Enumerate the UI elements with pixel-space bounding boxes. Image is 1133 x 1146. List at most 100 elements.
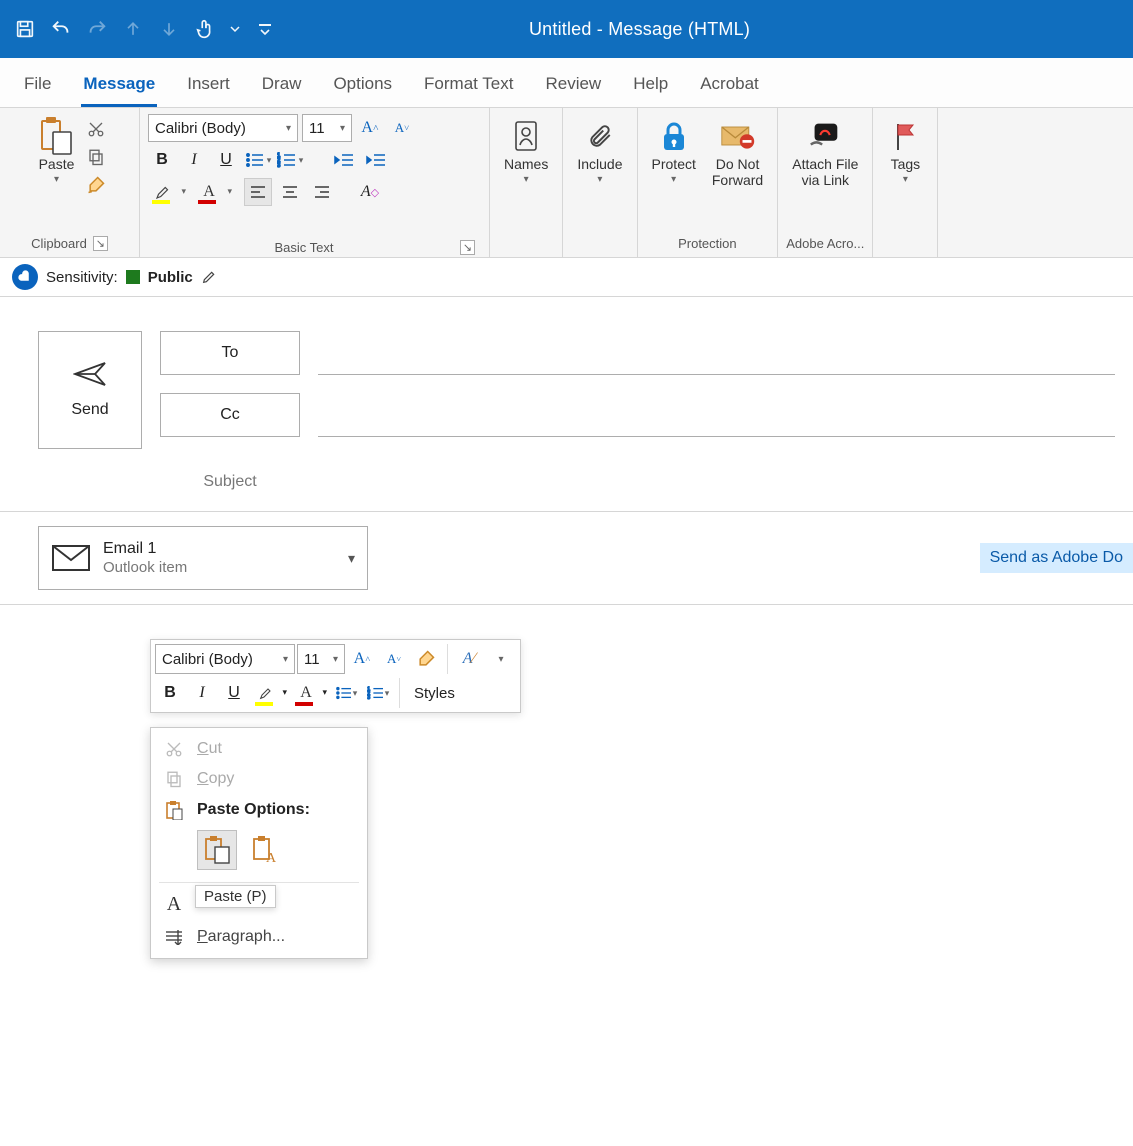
ctx-font[interactable]: A Paste (P) bbox=[151, 887, 367, 922]
touch-mode-icon[interactable] bbox=[192, 16, 218, 42]
chevron-down-icon: ▾ bbox=[597, 174, 602, 185]
lock-icon bbox=[656, 118, 692, 154]
font-size-value: 11 bbox=[309, 120, 325, 137]
paste-text-only-button[interactable]: A bbox=[245, 830, 285, 870]
mini-italic-button[interactable]: I bbox=[187, 678, 217, 708]
protect-button[interactable]: Protect ▾ bbox=[646, 114, 702, 189]
mini-increase-font-icon[interactable]: A˄ bbox=[347, 644, 377, 674]
tab-acrobat[interactable]: Acrobat bbox=[698, 68, 761, 107]
numbering-button[interactable]: 123▾ bbox=[276, 146, 304, 174]
compose-header: Send To Cc Subject bbox=[0, 297, 1133, 512]
ctx-copy-label: Copy bbox=[197, 770, 234, 788]
mini-decrease-font-icon[interactable]: A˅ bbox=[379, 644, 409, 674]
basic-text-dialog-launcher-icon[interactable]: ↘ bbox=[460, 240, 475, 255]
sensitivity-color-swatch bbox=[126, 270, 140, 284]
mini-font-name-select[interactable]: Calibri (Body)▾ bbox=[155, 644, 295, 674]
customize-qat-icon[interactable] bbox=[252, 16, 278, 42]
align-center-button[interactable] bbox=[276, 178, 304, 206]
group-basic-text: Calibri (Body)▾ 11▾ A˄ A˅ B I U ▾ bbox=[140, 108, 490, 257]
bullets-button[interactable]: ▾ bbox=[244, 146, 272, 174]
font-name-select[interactable]: Calibri (Body)▾ bbox=[148, 114, 298, 142]
tab-insert[interactable]: Insert bbox=[185, 68, 232, 107]
paperclip-icon bbox=[582, 118, 618, 154]
copy-icon[interactable] bbox=[85, 146, 107, 168]
tab-draw[interactable]: Draw bbox=[260, 68, 304, 107]
include-button[interactable]: Include ▾ bbox=[571, 114, 628, 189]
highlight-color-button[interactable]: ▾ bbox=[148, 178, 178, 206]
tab-options[interactable]: Options bbox=[331, 68, 394, 107]
italic-button[interactable]: I bbox=[180, 146, 208, 174]
cc-input[interactable] bbox=[318, 393, 1115, 437]
to-label: To bbox=[222, 344, 239, 362]
qat-dropdown-icon[interactable] bbox=[228, 16, 242, 42]
redo-icon[interactable] bbox=[84, 16, 110, 42]
increase-indent-button[interactable] bbox=[362, 146, 390, 174]
mini-styles-dropdown[interactable]: ▾ bbox=[486, 644, 516, 674]
adobe-group-label: Adobe Acro... bbox=[786, 236, 864, 251]
paste-keep-formatting-button[interactable] bbox=[197, 830, 237, 870]
save-icon[interactable] bbox=[12, 16, 38, 42]
mini-numbering-button[interactable]: 123▾ bbox=[363, 678, 393, 708]
tab-review[interactable]: Review bbox=[543, 68, 603, 107]
ctx-paragraph[interactable]: Paragraph... bbox=[151, 922, 367, 952]
decrease-font-icon[interactable]: A˅ bbox=[388, 114, 416, 142]
to-input[interactable] bbox=[318, 331, 1115, 375]
mini-bold-button[interactable]: B bbox=[155, 678, 185, 708]
chevron-down-icon: ▾ bbox=[903, 174, 908, 185]
arrow-down-icon[interactable] bbox=[156, 16, 182, 42]
mini-styles-button[interactable]: Styles bbox=[406, 678, 463, 708]
tab-file[interactable]: File bbox=[22, 68, 53, 107]
cut-icon[interactable] bbox=[85, 118, 107, 140]
mini-font-color-button[interactable]: A▾ bbox=[291, 678, 321, 708]
clipboard-paste-icon bbox=[39, 118, 75, 154]
tab-help[interactable]: Help bbox=[631, 68, 670, 107]
sensitivity-value: Public bbox=[148, 269, 193, 286]
mini-bullets-button[interactable]: ▾ bbox=[331, 678, 361, 708]
no-forward-icon bbox=[720, 118, 756, 154]
increase-font-icon[interactable]: A˄ bbox=[356, 114, 384, 142]
ctx-cut-label: Cut bbox=[197, 740, 222, 758]
underline-button[interactable]: U bbox=[212, 146, 240, 174]
sensitivity-bar: Sensitivity: Public bbox=[0, 258, 1133, 297]
chevron-down-icon[interactable]: ▾ bbox=[348, 550, 355, 567]
cc-button[interactable]: Cc bbox=[160, 393, 300, 437]
align-right-button[interactable] bbox=[308, 178, 336, 206]
tab-message[interactable]: Message bbox=[81, 68, 157, 107]
protect-label: Protect bbox=[652, 156, 696, 172]
tab-format-text[interactable]: Format Text bbox=[422, 68, 515, 107]
tags-button[interactable]: Tags ▾ bbox=[881, 114, 929, 189]
clipboard-group-label: Clipboard bbox=[31, 236, 87, 251]
clipboard-dialog-launcher-icon[interactable]: ↘ bbox=[93, 236, 108, 251]
paste-button[interactable]: Paste ▾ bbox=[33, 114, 81, 189]
clear-formatting-button[interactable]: A◇ bbox=[356, 178, 384, 206]
undo-icon[interactable] bbox=[48, 16, 74, 42]
mini-format-painter-icon[interactable] bbox=[411, 644, 441, 674]
arrow-up-icon[interactable] bbox=[120, 16, 146, 42]
decrease-indent-button[interactable] bbox=[330, 146, 358, 174]
mini-font-size-select[interactable]: 11▾ bbox=[297, 644, 345, 674]
mini-styles-icon[interactable]: A⁄ bbox=[454, 644, 484, 674]
format-painter-icon[interactable] bbox=[85, 174, 107, 196]
ctx-copy: Copy bbox=[151, 764, 367, 794]
font-size-select[interactable]: 11▾ bbox=[302, 114, 352, 142]
mini-highlight-button[interactable]: ▾ bbox=[251, 678, 281, 708]
subject-input[interactable] bbox=[318, 465, 1115, 499]
send-button[interactable]: Send bbox=[38, 331, 142, 449]
bold-button[interactable]: B bbox=[148, 146, 176, 174]
align-left-button[interactable] bbox=[244, 178, 272, 206]
names-button[interactable]: Names ▾ bbox=[498, 114, 554, 189]
svg-text:3: 3 bbox=[367, 695, 370, 700]
sensitivity-tag-icon[interactable] bbox=[12, 264, 38, 290]
do-not-forward-button[interactable]: Do Not Forward bbox=[706, 114, 769, 192]
attach-file-via-link-button[interactable]: Attach File via Link bbox=[786, 114, 864, 192]
attachment-chip[interactable]: Email 1 Outlook item ▾ bbox=[38, 526, 368, 590]
flag-icon bbox=[887, 118, 923, 154]
to-button[interactable]: To bbox=[160, 331, 300, 375]
send-as-adobe-link[interactable]: Send as Adobe Do bbox=[980, 543, 1133, 573]
font-color-button[interactable]: A ▾ bbox=[194, 178, 224, 206]
mini-underline-button[interactable]: U bbox=[219, 678, 249, 708]
message-body[interactable]: Calibri (Body)▾ 11▾ A˄ A˅ A⁄ ▾ B I U ▾ bbox=[0, 605, 1133, 1125]
ctx-cut: Cut bbox=[151, 734, 367, 764]
edit-sensitivity-icon[interactable] bbox=[201, 269, 217, 285]
attachment-row: Email 1 Outlook item ▾ Send as Adobe Do bbox=[0, 512, 1133, 605]
